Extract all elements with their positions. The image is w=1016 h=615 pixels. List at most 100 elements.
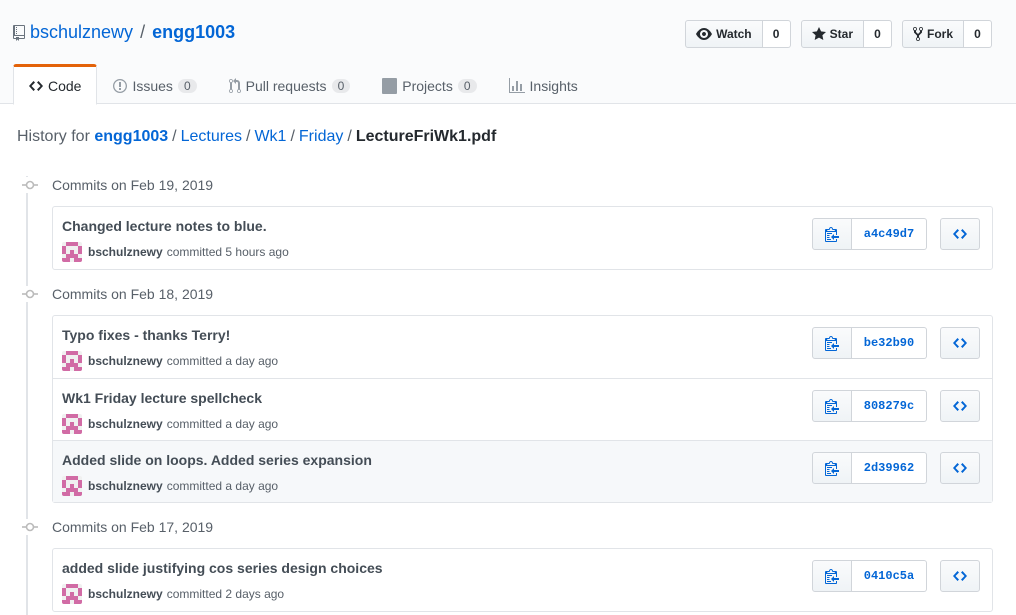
commit-verb: committed xyxy=(166,354,223,368)
commit-group-title: Commits on Feb 17, 2019 xyxy=(16,519,213,535)
commit-author-link[interactable]: bschulznewy xyxy=(88,587,163,601)
commit-message-link[interactable]: Wk1 Friday lecture spellcheck xyxy=(62,390,262,406)
commit-message-link[interactable]: Typo fixes - thanks Terry! xyxy=(62,327,230,343)
commit-author-link[interactable]: bschulznewy xyxy=(88,417,163,431)
tab-pull-requests-label: Pull requests xyxy=(245,77,327,94)
commit-author-link[interactable]: bschulznewy xyxy=(88,479,163,493)
breadcrumb-separator: / xyxy=(290,128,295,145)
watch-button[interactable]: Watch xyxy=(685,20,763,48)
commit-author-link[interactable]: bschulznewy xyxy=(88,245,163,259)
commit-meta: bschulznewy committed a day ago xyxy=(62,414,278,434)
fork-button[interactable]: Fork xyxy=(901,20,964,48)
breadcrumb-prefix: History for xyxy=(17,128,90,145)
browse-files-button[interactable] xyxy=(940,560,980,592)
commit-sha-link[interactable]: be32b90 xyxy=(852,327,927,359)
clipboard-icon xyxy=(825,227,839,242)
tab-pull-requests[interactable]: Pull requests 0 xyxy=(213,64,367,105)
browse-files-button[interactable] xyxy=(940,390,980,422)
eye-icon xyxy=(696,28,713,40)
fork-group: Fork 0 xyxy=(901,20,992,48)
clipboard-icon xyxy=(825,399,839,414)
commit-row: Typo fixes - thanks Terry! bschulznewy c… xyxy=(53,316,992,378)
browse-files-button[interactable] xyxy=(940,218,980,250)
tab-insights[interactable]: Insights xyxy=(493,64,594,105)
commit-sha-link[interactable]: 0410c5a xyxy=(852,560,927,592)
avatar[interactable] xyxy=(62,351,82,371)
issue-icon xyxy=(113,78,128,93)
copy-sha-button[interactable] xyxy=(812,218,852,250)
graph-icon xyxy=(508,77,525,93)
avatar[interactable] xyxy=(62,476,82,496)
commit-sha-link[interactable]: a4c49d7 xyxy=(852,218,927,250)
commit-message-link[interactable]: added slide justifying cos series design… xyxy=(62,560,383,576)
tab-code-label: Code xyxy=(48,77,82,94)
tab-projects[interactable]: Projects 0 xyxy=(366,64,492,105)
copy-sha-button[interactable] xyxy=(812,452,852,484)
copy-sha-button[interactable] xyxy=(812,560,852,592)
commit-author-link[interactable]: bschulznewy xyxy=(88,354,163,368)
commit-links: be32b90 xyxy=(812,327,980,359)
repo-icon xyxy=(13,24,25,41)
code-icon xyxy=(953,571,967,581)
clipboard-icon xyxy=(825,569,839,584)
breadcrumb-repo-link[interactable]: engg1003 xyxy=(94,128,168,145)
breadcrumb-separator: / xyxy=(246,128,251,145)
tab-issues-label: Issues xyxy=(132,77,173,94)
commit-time: a day ago xyxy=(225,417,279,431)
commit-verb: committed xyxy=(166,417,223,431)
avatar[interactable] xyxy=(62,242,82,262)
fork-icon xyxy=(912,26,923,42)
browse-files-button[interactable] xyxy=(940,327,980,359)
commit-verb: committed xyxy=(166,245,223,259)
breadcrumb-lectures-link[interactable]: Lectures xyxy=(181,128,242,145)
tab-issues[interactable]: Issues 0 xyxy=(97,64,212,105)
repo-title: bschulznewy / engg1003 xyxy=(12,22,235,43)
repo-name-link[interactable]: engg1003 xyxy=(152,22,235,43)
commit-group-title: Commits on Feb 19, 2019 xyxy=(16,177,213,193)
commit-row: Added slide on loops. Added series expan… xyxy=(53,440,992,502)
star-button[interactable]: Star xyxy=(800,20,864,48)
commit-meta: bschulznewy committed a day ago xyxy=(62,476,278,496)
star-group: Star 0 xyxy=(800,20,892,48)
repo-nav: Code Issues 0 Pull requests 0 Projects 0… xyxy=(13,64,594,105)
commit-sha-link[interactable]: 808279c xyxy=(852,390,927,422)
commit-time: 5 hours ago xyxy=(225,245,289,259)
watch-count[interactable]: 0 xyxy=(762,20,791,48)
breadcrumb: History for engg1003/Lectures / Wk1/Friday… xyxy=(17,128,496,146)
copy-sha-button[interactable] xyxy=(812,390,852,422)
commit-group: Changed lecture notes to blue. bschulzne… xyxy=(52,206,993,270)
commit-links: 2d39962 xyxy=(812,452,980,484)
commit-dot-icon xyxy=(16,519,44,535)
star-icon xyxy=(811,27,826,40)
repo-actions: Watch 0 Star 0 Fork 0 xyxy=(675,20,992,48)
browse-files-button[interactable] xyxy=(940,452,980,484)
commit-message-link[interactable]: Changed lecture notes to blue. xyxy=(62,218,267,234)
copy-sha-button[interactable] xyxy=(812,327,852,359)
commit-group: Typo fixes - thanks Terry! bschulznewy c… xyxy=(52,315,993,503)
fork-count[interactable]: 0 xyxy=(964,20,992,48)
avatar[interactable] xyxy=(62,584,82,604)
commit-group-date: Commits on Feb 18, 2019 xyxy=(52,286,214,302)
watch-group: Watch 0 xyxy=(685,20,791,48)
avatar[interactable] xyxy=(62,414,82,434)
commit-row: Changed lecture notes to blue. bschulzne… xyxy=(53,207,992,269)
commit-dot-icon xyxy=(16,177,44,193)
commit-verb: committed xyxy=(166,479,223,493)
breadcrumb-friday-link[interactable]: Friday xyxy=(299,128,343,145)
commit-verb: committed xyxy=(166,587,223,601)
code-icon xyxy=(953,229,967,239)
pull-request-icon xyxy=(228,77,241,93)
clipboard-icon xyxy=(825,336,839,351)
star-count[interactable]: 0 xyxy=(863,20,892,48)
fork-label: Fork xyxy=(926,27,953,41)
tab-code[interactable]: Code xyxy=(13,64,98,105)
code-icon xyxy=(953,463,967,473)
repo-owner-link[interactable]: bschulznewy xyxy=(30,22,133,43)
commit-sha-link[interactable]: 2d39962 xyxy=(852,452,927,484)
repo-separator: / xyxy=(140,22,146,42)
commit-group-title: Commits on Feb 18, 2019 xyxy=(16,286,213,302)
timeline-line xyxy=(26,176,28,615)
code-icon xyxy=(29,80,43,91)
breadcrumb-wk1-link[interactable]: Wk1 xyxy=(254,128,286,145)
commit-message-link[interactable]: Added slide on loops. Added series expan… xyxy=(62,452,372,468)
